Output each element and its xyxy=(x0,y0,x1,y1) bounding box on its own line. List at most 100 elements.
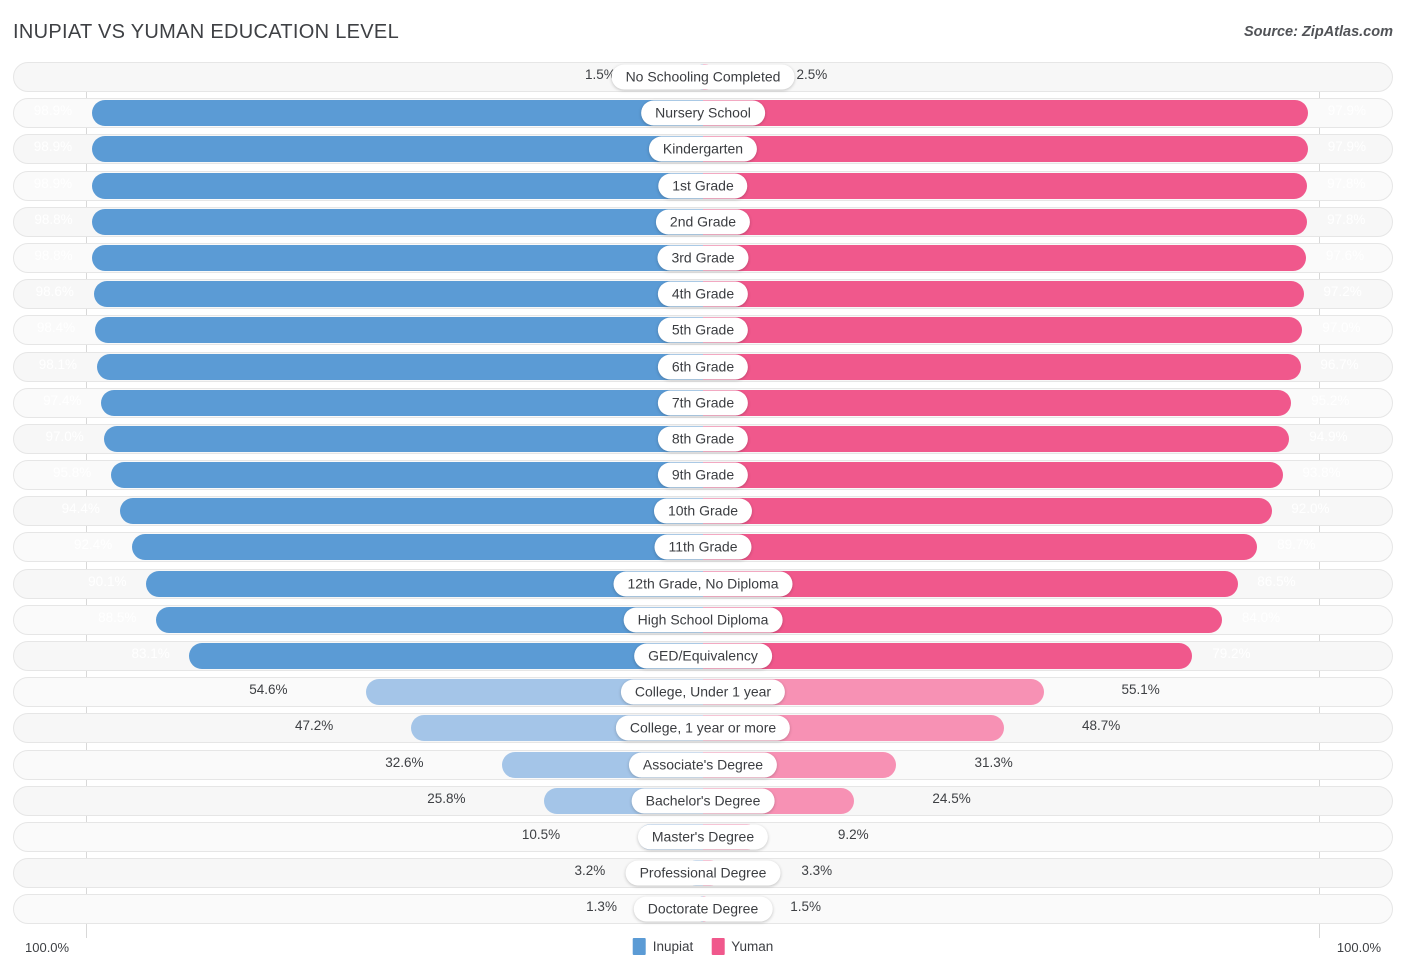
bar-half-left xyxy=(15,679,703,706)
category-label: 8th Grade xyxy=(657,426,749,452)
bar-inupiat[interactable] xyxy=(101,389,703,416)
bar-half-right xyxy=(703,606,1391,633)
value-label-yuman: 86.5% xyxy=(1257,573,1296,589)
bar-half-left xyxy=(15,643,703,669)
value-label-yuman: 92.0% xyxy=(1291,501,1330,517)
bar-yuman[interactable] xyxy=(703,425,1290,452)
value-label-yuman: 84.0% xyxy=(1241,609,1281,625)
category-label: Professional Degree xyxy=(625,860,781,886)
bar-yuman[interactable] xyxy=(703,534,1258,561)
value-label-yuman: 55.1% xyxy=(1121,682,1160,698)
bar-yuman[interactable] xyxy=(703,136,1309,163)
table-row: 1.5% 2.5% No Schooling Completed xyxy=(13,62,1393,92)
value-label-yuman: 89.7% xyxy=(1277,537,1316,553)
category-label: 7th Grade xyxy=(657,390,749,416)
category-label: 10th Grade xyxy=(653,498,753,524)
legend-swatch-icon xyxy=(632,938,646,955)
bar-inupiat[interactable] xyxy=(189,643,703,669)
bar-half-left xyxy=(15,208,703,235)
table-row: 97.4% 95.2% 7th Grade xyxy=(13,387,1393,418)
value-label-yuman: 9.2% xyxy=(837,826,869,842)
bar-half-left xyxy=(15,823,703,850)
value-label-yuman: 79.2% xyxy=(1212,646,1251,661)
table-row: 98.8% 97.6% 3rd Grade xyxy=(13,242,1393,273)
table-row: 98.4% 97.0% 5th Grade xyxy=(13,315,1393,346)
value-label-inupiat: 98.4% xyxy=(36,320,76,336)
bar-inupiat[interactable] xyxy=(93,281,703,308)
bar-inupiat[interactable] xyxy=(91,136,703,163)
legend-label: Yuman xyxy=(731,939,774,954)
bar-half-left xyxy=(15,353,703,380)
bar-yuman[interactable] xyxy=(703,100,1309,127)
bar-yuman[interactable] xyxy=(703,353,1301,380)
value-label-yuman: 97.9% xyxy=(1327,139,1367,155)
table-row: 92.4% 89.7% 11th Grade xyxy=(13,532,1393,563)
chart-header: INUPIAT VS YUMAN EDUCATION LEVEL Source:… xyxy=(0,0,1406,62)
bar-yuman[interactable] xyxy=(703,281,1304,308)
category-label: 11th Grade xyxy=(654,534,752,560)
bar-half-right xyxy=(703,281,1391,308)
bar-half-right xyxy=(703,462,1391,489)
bar-half-right xyxy=(703,244,1391,271)
table-row: 98.9% 97.9% Kindergarten xyxy=(13,134,1393,165)
value-label-inupiat: 98.9% xyxy=(33,175,73,191)
category-label: 5th Grade xyxy=(657,317,749,343)
table-row: 90.1% 86.5% 12th Grade, No Diploma xyxy=(13,568,1393,599)
bar-half-right xyxy=(703,679,1391,706)
bar-inupiat[interactable] xyxy=(131,534,703,561)
value-label-inupiat: 88.5% xyxy=(98,609,137,625)
table-row: 98.8% 97.8% 2nd Grade xyxy=(13,206,1393,237)
bar-half-right xyxy=(703,100,1391,127)
value-label-inupiat: 47.2% xyxy=(295,718,334,734)
bar-inupiat[interactable] xyxy=(156,606,703,633)
bar-half-left xyxy=(15,172,703,199)
value-label-inupiat: 98.8% xyxy=(34,211,73,227)
category-label: Doctorate Degree xyxy=(633,896,773,922)
bar-inupiat[interactable] xyxy=(91,172,703,199)
bar-yuman[interactable] xyxy=(703,389,1292,416)
bar-inupiat[interactable] xyxy=(103,425,703,452)
value-label-inupiat: 97.4% xyxy=(43,392,82,408)
table-row: 1.3% 1.5% Doctorate Degree xyxy=(13,894,1393,925)
value-label-inupiat: 1.5% xyxy=(584,67,616,82)
bar-yuman[interactable] xyxy=(703,317,1303,344)
source-attribution: Source: ZipAtlas.com xyxy=(1243,24,1393,40)
bar-half-left xyxy=(15,100,703,127)
bar-half-right xyxy=(703,498,1391,525)
bar-yuman[interactable] xyxy=(703,244,1307,271)
value-label-inupiat: 98.6% xyxy=(35,284,74,300)
legend-item-inupiat[interactable]: Inupiat xyxy=(632,938,693,955)
axis-label-right-max: 100.0% xyxy=(1336,940,1381,955)
bar-yuman[interactable] xyxy=(703,462,1283,489)
bar-inupiat[interactable] xyxy=(110,462,703,489)
value-label-inupiat: 32.6% xyxy=(385,754,424,770)
value-label-yuman: 31.3% xyxy=(974,754,1013,770)
legend-item-yuman[interactable]: Yuman xyxy=(711,938,773,955)
bar-inupiat[interactable] xyxy=(91,100,703,127)
bar-yuman[interactable] xyxy=(703,208,1308,235)
bar-inupiat[interactable] xyxy=(94,317,703,344)
bar-inupiat[interactable] xyxy=(119,498,703,525)
bar-half-right xyxy=(703,787,1391,814)
value-label-inupiat: 25.8% xyxy=(427,790,466,806)
value-label-inupiat: 54.6% xyxy=(249,682,288,698)
value-label-yuman: 97.6% xyxy=(1325,247,1365,263)
table-row: 47.2% 48.7% College, 1 year or more xyxy=(13,713,1393,744)
bar-inupiat[interactable] xyxy=(92,244,703,271)
legend-swatch-icon xyxy=(711,938,725,955)
bar-half-right xyxy=(703,172,1391,199)
category-label: College, 1 year or more xyxy=(615,715,791,741)
bar-rows-container: 1.5% 2.5% No Schooling Completed 98.9% 97.9%… xyxy=(13,62,1393,925)
bar-yuman[interactable] xyxy=(703,498,1272,525)
category-label: 9th Grade xyxy=(657,462,749,488)
table-row: 10.5% 9.2% Master's Degree xyxy=(13,821,1393,852)
value-label-yuman: 1.5% xyxy=(790,899,822,915)
value-label-inupiat: 1.3% xyxy=(586,899,617,915)
bar-half-right xyxy=(703,317,1391,344)
category-label: Master's Degree xyxy=(637,824,769,850)
bar-yuman[interactable] xyxy=(703,172,1308,199)
value-label-inupiat: 83.1% xyxy=(131,646,170,661)
bar-inupiat[interactable] xyxy=(92,208,703,235)
bar-inupiat[interactable] xyxy=(96,353,703,380)
bar-yuman[interactable] xyxy=(703,643,1193,669)
